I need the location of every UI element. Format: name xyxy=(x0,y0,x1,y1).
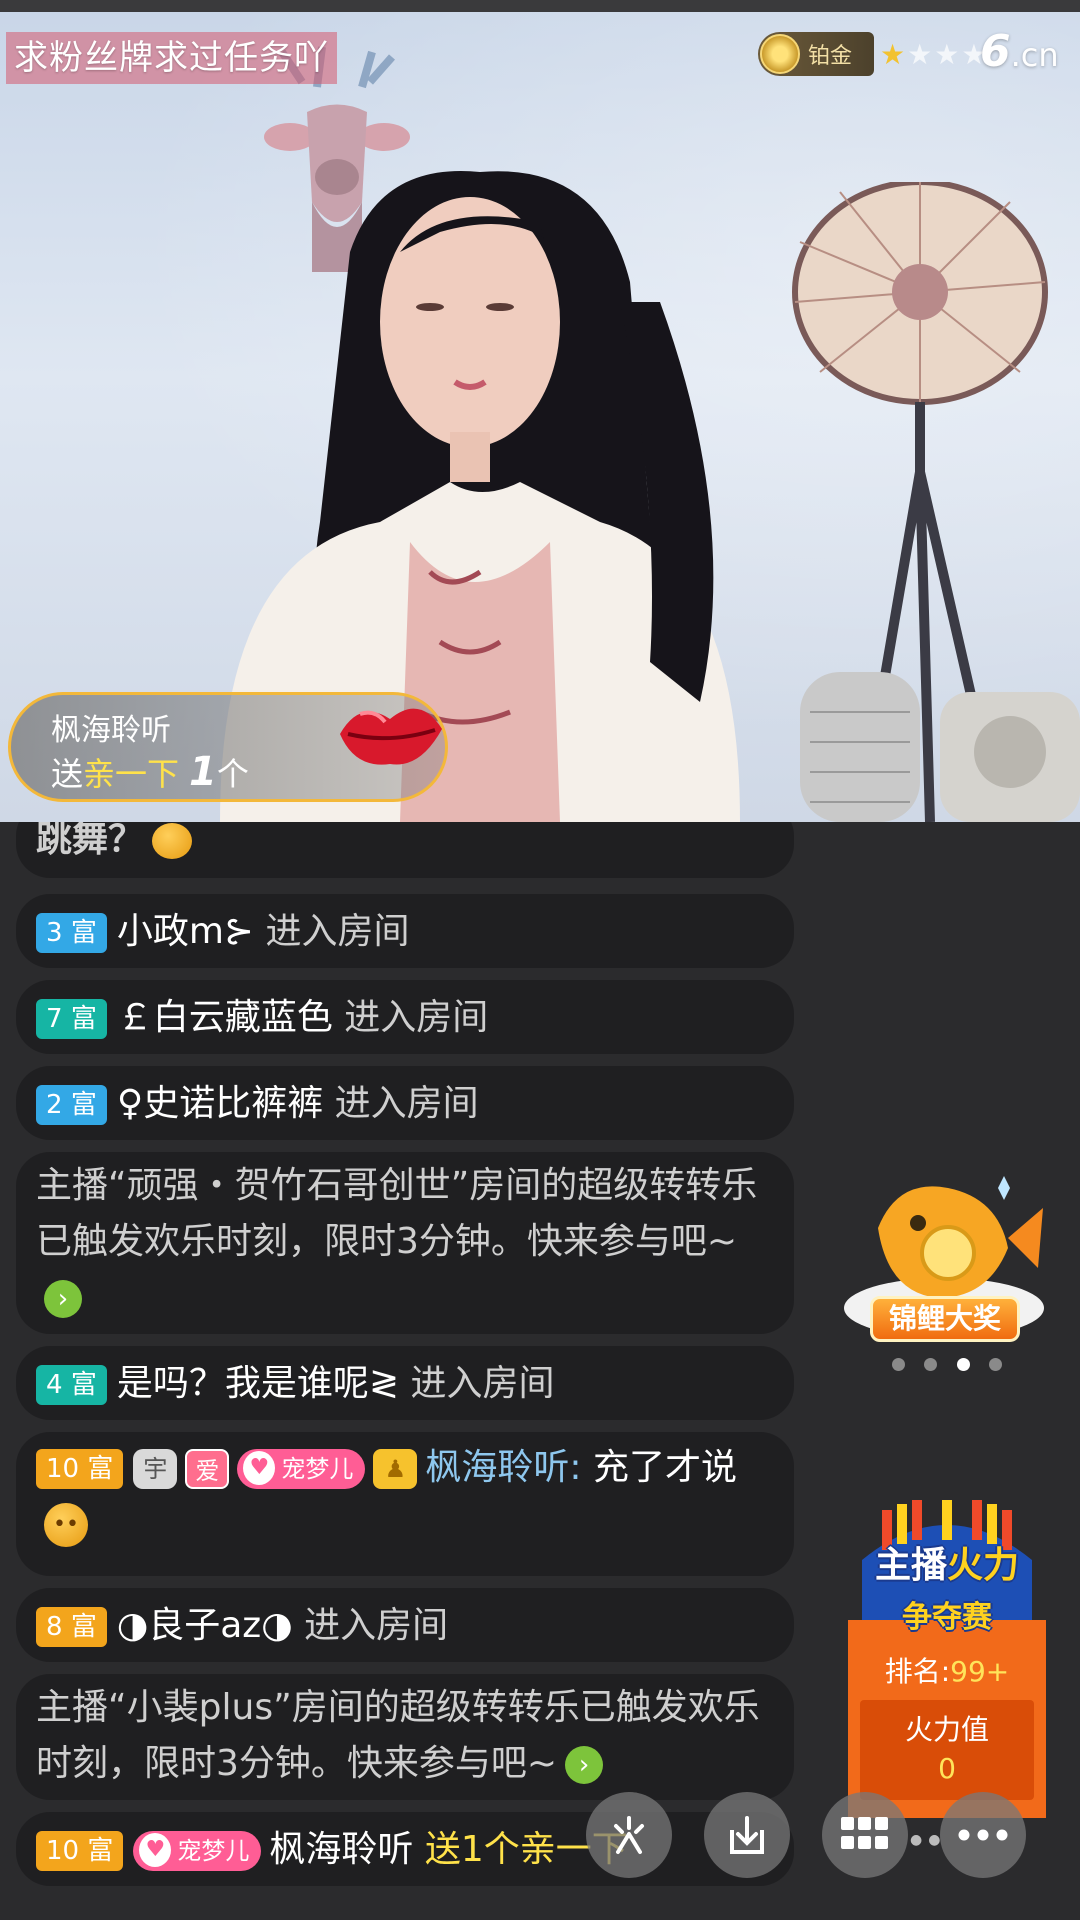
wealth-level-badge: 7 富 xyxy=(36,999,107,1039)
chat-username[interactable]: ￡白云藏蓝色 xyxy=(117,997,333,1038)
level-badge[interactable]: 铂金 xyxy=(758,32,874,76)
go-arrow-icon[interactable]: › xyxy=(565,1746,604,1784)
carousel-dots xyxy=(892,1358,1002,1371)
emoji-icon xyxy=(152,823,193,859)
love-badge-icon: 爱 xyxy=(185,1449,230,1489)
rank-row: 排名:99+ xyxy=(884,1655,1010,1688)
go-arrow-icon[interactable]: › xyxy=(44,1280,82,1318)
chat-comment: 10 富宇爱宠梦儿♟枫海聆听: 充了才说 •• xyxy=(16,1432,794,1576)
chat-text: 充了才说 xyxy=(592,1447,737,1488)
chat-enter-row: 2 富 ♀史诺比裤裤 进入房间 xyxy=(16,1066,794,1140)
fire-power-label: 火力值 xyxy=(904,1713,989,1746)
fire-power-box: 火力值 0 xyxy=(860,1700,1034,1800)
microphone xyxy=(800,672,1080,822)
fire-power-value: 0 xyxy=(938,1752,956,1785)
chat-enter-row: 4 富是吗？我是谁呢≷ 进入房间 xyxy=(16,1346,794,1420)
user-badge-icon: ♟ xyxy=(373,1449,418,1489)
share-icon xyxy=(614,1816,644,1854)
wealth-level-badge: 10 富 xyxy=(36,1449,124,1489)
chat-gift-row: 10 富宠梦儿枫海聆听 送1个亲一下 xyxy=(16,1812,794,1886)
chat-username[interactable]: 是吗？我是谁呢≷ xyxy=(117,1363,399,1404)
chat-username[interactable]: 枫海聆听 xyxy=(269,1829,413,1870)
chat-enter-row: 8 富 ◑良子az◑ 进入房间 xyxy=(16,1588,794,1662)
status-strip xyxy=(0,0,1080,12)
menu-button[interactable] xyxy=(822,1792,908,1878)
guard-badge-icon: 宇 xyxy=(133,1449,178,1489)
medal-icon xyxy=(760,34,800,74)
wealth-level-badge: 2 富 xyxy=(36,1085,107,1125)
star-icon: ★ xyxy=(934,38,962,71)
chat-system-message[interactable]: 主播“小裴plus”房间的超级转转乐已触发欢乐时刻，限时3分钟。快来参与吧~ › xyxy=(16,1674,794,1800)
fire-contest-title: 主播火力 xyxy=(874,1545,1020,1586)
chat-list[interactable]: 跳舞？ 3 富小政m⊱ 进入房间 7 富 ￡白云藏蓝色 进入房间 2 富 ♀史诺比裤… xyxy=(0,822,800,1920)
kiss-gift-icon xyxy=(340,708,442,765)
wealth-level-badge: 10 富 xyxy=(36,1831,124,1871)
carousel-dot xyxy=(988,1358,1002,1371)
gift-sender: 枫海聆听 xyxy=(51,713,171,748)
fan-club-badge: 宠梦儿 xyxy=(237,1449,366,1489)
star-rating: ★★★★ xyxy=(880,38,988,71)
fire-contest-subtitle: 争夺赛 xyxy=(902,1600,992,1635)
download-button[interactable] xyxy=(704,1792,790,1878)
promo-banner: 求粉丝牌求过任务吖 xyxy=(6,32,337,84)
carousel-dot xyxy=(924,1358,938,1371)
site-logo: 6.cn xyxy=(980,26,1059,77)
carousel-dot xyxy=(892,1358,905,1371)
wealth-level-badge: 8 富 xyxy=(36,1607,107,1647)
chat-enter-row: 7 富 ￡白云藏蓝色 进入房间 xyxy=(16,980,794,1054)
chat-username[interactable]: ◑良子az◑ xyxy=(117,1605,293,1646)
gift-line: 送亲一下 1个 xyxy=(51,749,249,795)
chat-enter-row: 3 富小政m⊱ 进入房间 xyxy=(16,894,794,968)
gift-name: 亲一下 xyxy=(83,755,180,793)
chat-message: 跳舞？ xyxy=(16,822,794,878)
chat-username[interactable]: 枫海聆听: xyxy=(425,1447,581,1488)
carousel-dot xyxy=(956,1358,970,1371)
chat-username[interactable]: 小政m⊱ xyxy=(117,911,254,952)
chat-username[interactable]: ♀史诺比裤裤 xyxy=(117,1083,323,1124)
more-icon xyxy=(958,1829,1008,1841)
fan-club-badge: 宠梦儿 xyxy=(133,1831,262,1871)
fire-contest-card[interactable]: 主播火力 争夺赛 排名:99+ 火力值 0 xyxy=(842,1500,1052,1818)
gift-count: 1 xyxy=(189,749,217,795)
download-icon xyxy=(730,1816,764,1854)
level-badge-label: 铂金 xyxy=(808,44,853,69)
koi-prize-label[interactable]: 锦鲤大奖 xyxy=(870,1296,1020,1342)
emoji-icon: •• xyxy=(44,1503,88,1547)
wealth-level-badge: 3 富 xyxy=(36,913,107,953)
star-icon: ★ xyxy=(907,38,935,71)
more-button[interactable] xyxy=(940,1792,1026,1878)
share-button[interactable] xyxy=(586,1792,672,1878)
wealth-level-badge: 4 富 xyxy=(36,1365,107,1405)
live-video[interactable]: 求粉丝牌求过任务吖 铂金 ★★★★ 6.cn 枫海聆听 送亲一下 1个 xyxy=(0,12,1080,822)
grid-menu-icon xyxy=(841,1817,888,1849)
chat-system-message[interactable]: 主播“顽强・贺竹石哥创世”房间的超级转转乐已触发欢乐时刻，限时3分钟。快来参与吧… xyxy=(16,1152,794,1334)
star-icon: ★ xyxy=(880,38,908,71)
